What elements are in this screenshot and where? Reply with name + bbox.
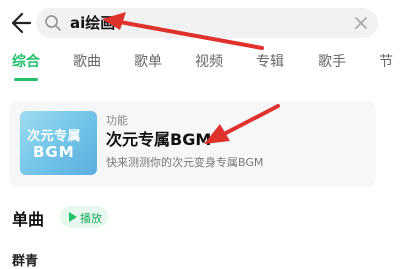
play-all-label: 播放 <box>80 212 102 225</box>
close-icon[interactable] <box>354 16 368 30</box>
thumbnail-title: 次元专属 <box>27 129 82 144</box>
function-thumbnail: 次元专属 BGM <box>20 111 97 175</box>
function-description: 快来测测你的次元变身专属BGM <box>106 156 264 169</box>
play-all-button[interactable]: 播放 <box>60 206 108 228</box>
thumbnail-subtitle: BGM <box>33 143 75 161</box>
back-arrow-icon <box>11 12 32 34</box>
play-icon <box>69 212 77 222</box>
search-icon <box>45 15 61 31</box>
song-item-title[interactable]: 群青 <box>12 250 38 269</box>
tab-programs[interactable]: 节 <box>379 52 393 72</box>
tab-albums[interactable]: 专辑 <box>256 52 284 72</box>
search-query: ai绘画 <box>70 14 116 32</box>
back-button[interactable] <box>6 10 32 36</box>
search-input[interactable]: ai绘画 <box>36 8 378 38</box>
function-title: 次元专属BGM <box>106 130 212 149</box>
tab-playlists[interactable]: 歌单 <box>134 52 162 72</box>
tab-comprehensive[interactable]: 综合 <box>12 52 40 72</box>
tab-artists[interactable]: 歌手 <box>318 52 346 72</box>
tab-videos[interactable]: 视频 <box>195 52 223 72</box>
function-tag: 功能 <box>106 114 128 127</box>
active-tab-indicator <box>14 78 38 81</box>
function-result-card[interactable]: 次元专属 BGM 功能 次元专属BGM 快来测测你的次元变身专属BGM <box>10 101 376 187</box>
result-tabs: 综合 歌曲 歌单 视频 专辑 歌手 节 <box>0 52 400 82</box>
songs-section-title: 单曲 <box>12 210 45 229</box>
tab-songs[interactable]: 歌曲 <box>73 52 101 72</box>
